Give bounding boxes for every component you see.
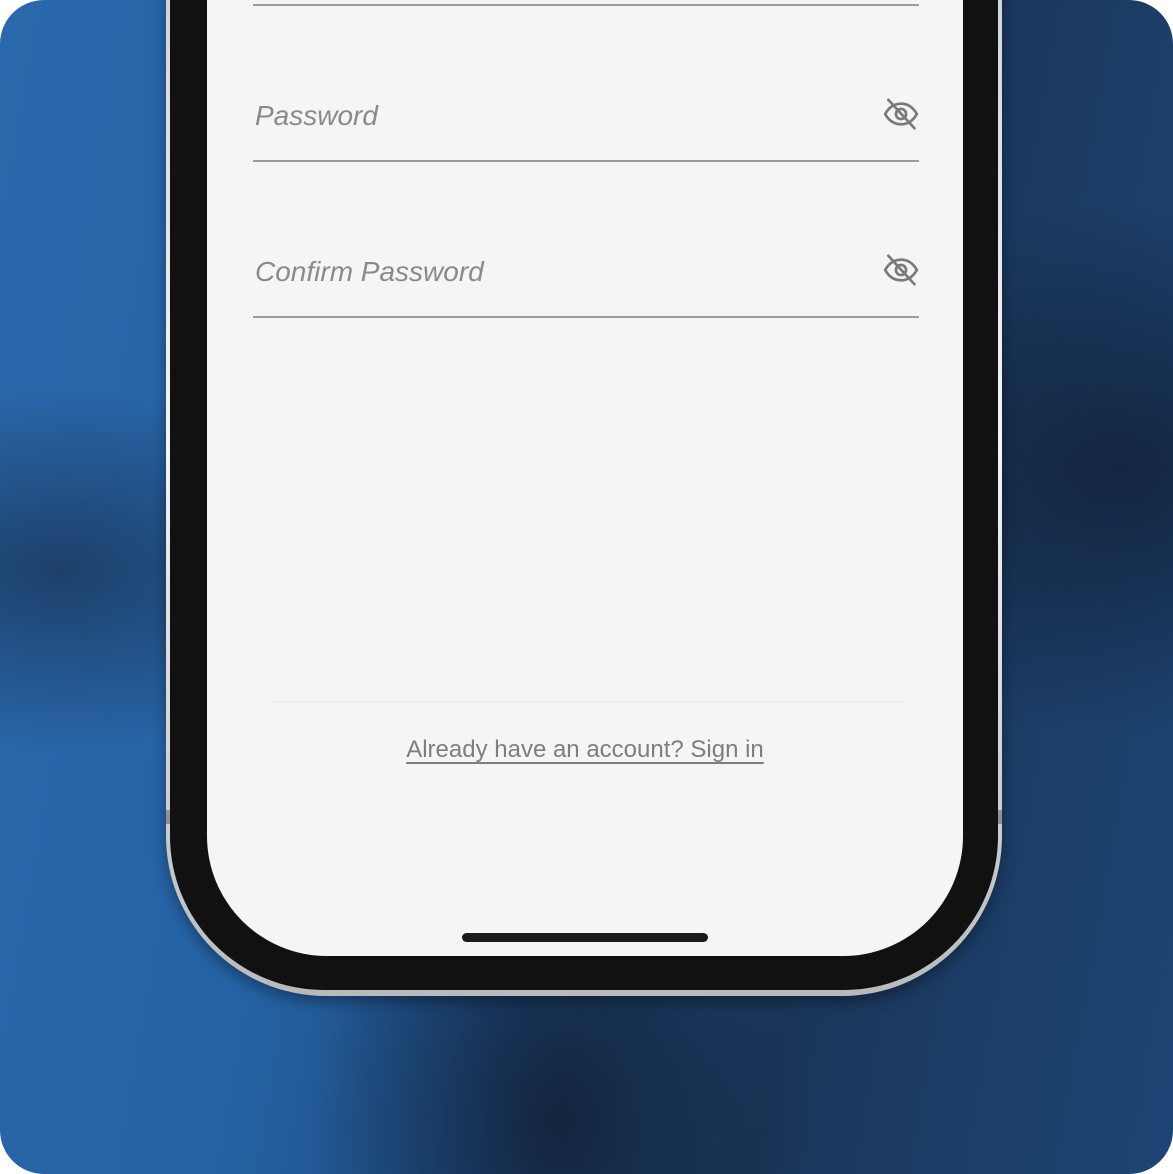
- phone-screen: Already have an account? Sign in: [207, 0, 963, 956]
- home-indicator: [462, 933, 708, 942]
- signin-link-container: Already have an account? Sign in: [207, 736, 963, 764]
- previous-field-underline: [253, 0, 919, 6]
- confirm-password-input[interactable]: [255, 256, 835, 288]
- signin-link[interactable]: Already have an account? Sign in: [406, 736, 764, 763]
- backdrop: Already have an account? Sign in: [0, 0, 1173, 1174]
- password-field: [253, 40, 919, 162]
- confirm-password-field: [253, 196, 919, 318]
- eye-off-icon: [883, 98, 919, 130]
- footer-divider: [269, 701, 905, 702]
- password-visibility-toggle[interactable]: [881, 94, 921, 134]
- eye-off-icon: [883, 254, 919, 286]
- password-input[interactable]: [255, 100, 835, 132]
- confirm-password-visibility-toggle[interactable]: [881, 250, 921, 290]
